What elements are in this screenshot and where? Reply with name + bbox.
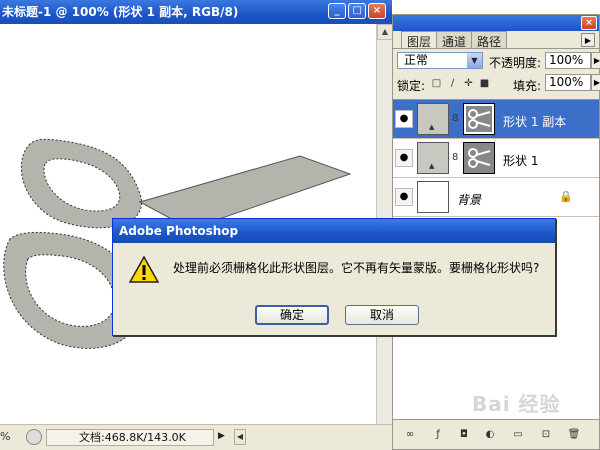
palette-titlebar[interactable] [393, 15, 599, 31]
link-chain-icon[interactable]: 8 [452, 152, 458, 163]
layer-style-icon[interactable]: ƒ [431, 428, 445, 442]
opacity-label: 不透明度: [489, 56, 542, 70]
vector-mask-thumbnail[interactable] [463, 103, 495, 135]
palette-close-icon[interactable]: × [581, 16, 597, 30]
eye-icon[interactable]: ● [395, 188, 413, 206]
tab-layers[interactable]: 图层 [401, 31, 438, 49]
blend-mode-value: 正常 [404, 53, 429, 67]
lock-brush-icon[interactable]: ∕ [447, 78, 458, 89]
fill-input[interactable]: 100% [545, 74, 591, 91]
rasterize-dialog: Adobe Photoshop 处理前必须栅格化此形状图层。它不再有矢量蒙版。要… [112, 218, 556, 336]
scissors-mask-icon [468, 109, 491, 129]
document-title: 未标题-1 @ 100% (形状 1 副本, RGB/8) [2, 5, 239, 19]
opacity-slider-arrow-icon[interactable]: ▶ [591, 52, 600, 69]
cancel-button[interactable]: 取消 [345, 305, 419, 325]
lock-move-icon[interactable]: ✛ [463, 78, 474, 89]
status-menu-arrow-icon[interactable]: ▶ [218, 431, 225, 441]
palette-menu-icon[interactable]: ▶ [581, 33, 595, 47]
fill-slider-arrow-icon[interactable]: ▶ [591, 74, 600, 91]
zoom-field[interactable]: % [0, 430, 24, 446]
scissors-mask-icon [468, 148, 491, 168]
layer-thumbnail [417, 181, 449, 213]
dialog-title[interactable]: Adobe Photoshop [113, 219, 555, 243]
document-titlebar: 未标题-1 @ 100% (形状 1 副本, RGB/8) _ □ × [0, 0, 392, 24]
layer-row[interactable]: ● 背景 🔒 [393, 178, 599, 217]
blend-mode-select[interactable]: 正常 ▼ [397, 52, 483, 69]
minimize-button[interactable]: _ [328, 3, 346, 19]
opacity-input[interactable]: 100% [545, 52, 591, 69]
link-chain-icon[interactable]: 8 [452, 113, 458, 124]
status-bar: % 文档:468.8K/143.0K ▶ ◀ [0, 424, 392, 450]
dialog-message: 处理前必须栅格化此形状图层。它不再有矢量蒙版。要栅格化形状吗? [173, 261, 540, 275]
link-layers-icon[interactable]: ∞ [403, 428, 417, 442]
scroll-up-arrow-icon[interactable]: ▲ [377, 24, 393, 40]
new-group-icon[interactable]: ▭ [511, 428, 525, 442]
layer-thumbnail: ▲ [417, 142, 449, 174]
watermark-logo: Bai 经验 [472, 392, 561, 416]
layer-row[interactable]: ● ▲ 8 形状 1 [393, 139, 599, 178]
fill-label: 填充: [513, 79, 542, 93]
layer-name: 形状 1 [503, 154, 539, 168]
eye-icon[interactable]: ● [395, 110, 413, 128]
add-mask-icon[interactable]: ◘ [457, 428, 471, 442]
eye-icon[interactable]: ● [395, 149, 413, 167]
palette-footer: ∞ ƒ ◘ ◐ ▭ ⊡ 🗑 [393, 419, 599, 449]
trash-icon[interactable]: 🗑 [567, 428, 581, 442]
lock-label: 锁定: [397, 79, 426, 93]
ok-button[interactable]: 确定 [255, 305, 329, 325]
palette-tabs: 图层 通道 路径 [393, 31, 599, 49]
lock-icon: 🔒 [559, 190, 573, 203]
lock-all-icon[interactable]: ■ [479, 78, 490, 89]
scroll-left-arrow-icon[interactable]: ◀ [234, 429, 246, 445]
layer-name: 背景 [457, 193, 482, 207]
layer-row[interactable]: ● ▲ 8 形状 1 副本 [393, 100, 599, 139]
status-info-icon[interactable] [26, 429, 42, 445]
layer-thumbnail: ▲ [417, 103, 449, 135]
lock-row: 锁定: □ ∕ ✛ ■ 填充: 100% ▶ [393, 71, 600, 93]
adjustment-layer-icon[interactable]: ◐ [483, 428, 497, 442]
maximize-button[interactable]: □ [348, 3, 366, 19]
scissors-upper-ring [20, 138, 143, 229]
vector-mask-thumbnail[interactable] [463, 142, 495, 174]
close-button[interactable]: × [368, 3, 386, 19]
new-layer-icon[interactable]: ⊡ [539, 428, 553, 442]
document-size-info: 文档:468.8K/143.0K [46, 429, 214, 446]
lock-transparency-icon[interactable]: □ [431, 78, 442, 89]
tab-paths[interactable]: 路径 [471, 31, 508, 49]
window-controls: _ □ × [328, 3, 386, 19]
warning-icon [129, 255, 159, 283]
layer-name: 形状 1 副本 [503, 115, 567, 129]
tab-channels[interactable]: 通道 [436, 31, 473, 49]
blend-row: 正常 ▼ 不透明度: 100% ▶ [393, 49, 600, 71]
chevron-down-icon[interactable]: ▼ [467, 53, 482, 68]
